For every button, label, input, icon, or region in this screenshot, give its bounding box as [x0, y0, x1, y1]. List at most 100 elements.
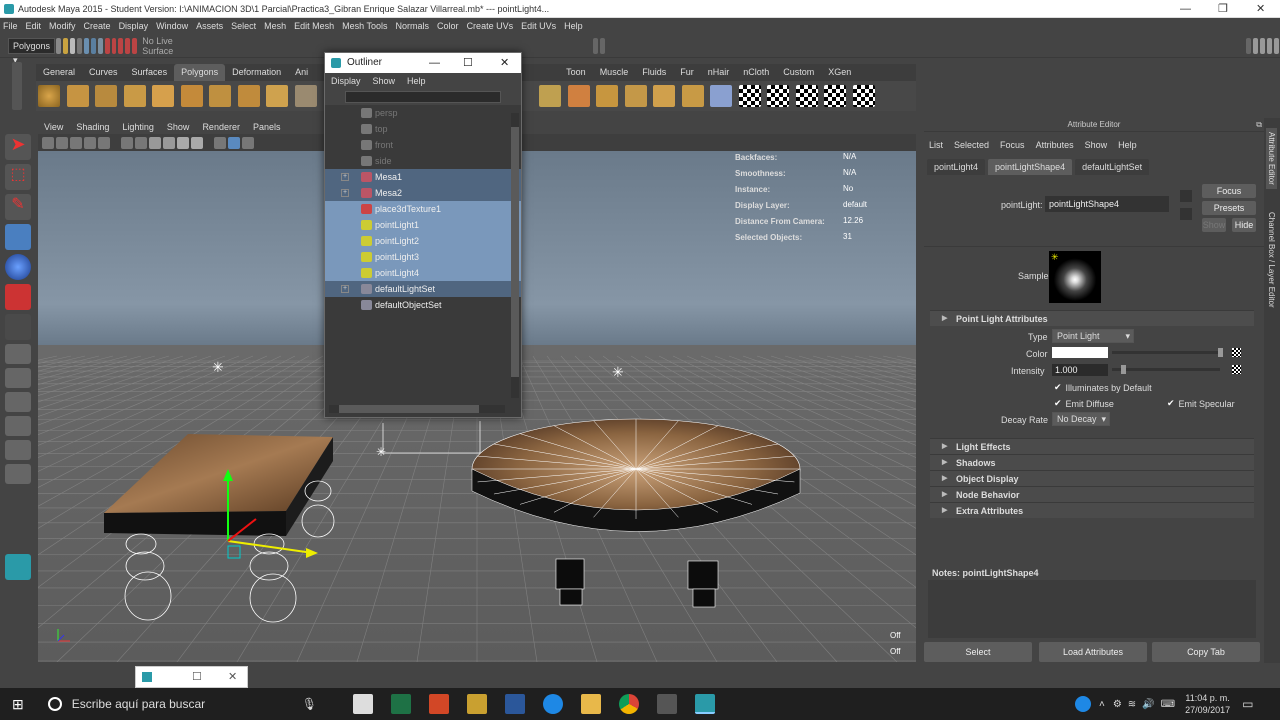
layout-side-icon[interactable] — [5, 392, 31, 412]
shelf-tab-nhair[interactable]: nHair — [701, 64, 737, 81]
restore-icon[interactable]: ☐ — [192, 670, 202, 683]
snap-curve-icon[interactable] — [111, 37, 117, 54]
select-hierarchy-icon[interactable] — [83, 37, 89, 54]
shadows-icon[interactable] — [214, 136, 226, 149]
copy-tab-button[interactable]: Copy Tab — [1152, 642, 1260, 662]
poly-cube-icon[interactable] — [66, 85, 89, 107]
outliner-search-input[interactable] — [345, 91, 501, 103]
outliner-menu-help[interactable]: Help — [407, 76, 426, 86]
help-icon[interactable] — [1074, 696, 1091, 712]
attr-menu-show[interactable]: Show — [1085, 140, 1108, 150]
select-component-icon[interactable] — [97, 37, 103, 54]
notifications-icon[interactable]: ▭ — [1242, 697, 1253, 711]
place3d-texture-box[interactable] — [382, 421, 481, 454]
shelf-tab-polygons[interactable]: Polygons — [174, 64, 226, 81]
toggle-tool-icon[interactable] — [1266, 37, 1272, 54]
layout-outliner-icon[interactable] — [5, 464, 31, 484]
snap-grid-icon[interactable] — [104, 37, 110, 54]
shelf-tab-ncloth[interactable]: nCloth — [736, 64, 776, 81]
mesa1-table[interactable] — [104, 434, 335, 623]
shelf-tab-muscle[interactable]: Muscle — [593, 64, 636, 81]
close-icon[interactable]: ✕ — [1256, 0, 1265, 18]
textured-icon[interactable] — [177, 136, 189, 149]
shelf-tab-general[interactable]: General — [36, 64, 82, 81]
minimize-icon[interactable]: — — [429, 53, 440, 73]
word-icon[interactable] — [504, 694, 525, 714]
attr-menu-focus[interactable]: Focus — [1000, 140, 1025, 150]
menu-display[interactable]: Display — [119, 21, 149, 31]
camera-select-icon[interactable] — [42, 136, 54, 149]
volume-icon[interactable]: 🔊 — [1142, 699, 1154, 710]
last-tool-icon[interactable] — [5, 314, 31, 340]
undo-icon[interactable] — [76, 37, 82, 54]
uv-cut-icon[interactable] — [852, 85, 875, 107]
ipr-render-icon[interactable] — [600, 37, 606, 54]
menu-mesh[interactable]: Mesh — [264, 21, 286, 31]
shelf-tab-ani[interactable]: Ani — [288, 64, 315, 81]
emit-specular-checkbox[interactable]: ✔ Emit Specular — [1167, 398, 1235, 409]
menu-set-dropdown[interactable]: Polygons ▾ — [8, 37, 56, 65]
shelf-tab-toon[interactable]: Toon — [559, 64, 593, 81]
network-icon[interactable]: ⚙ — [1113, 699, 1122, 710]
shelf-toggle-strip[interactable] — [12, 62, 22, 110]
viewport-menu-renderer[interactable]: Renderer — [202, 122, 240, 132]
menu-window[interactable]: Window — [156, 21, 188, 31]
select-tool-icon[interactable]: ➤ — [5, 134, 31, 160]
illuminates-checkbox[interactable]: ✔ Illuminates by Default — [1054, 382, 1152, 393]
toggle-channel-icon[interactable] — [1273, 37, 1279, 54]
poly-prism-icon[interactable] — [209, 85, 232, 107]
intensity-input[interactable]: 1.000 — [1052, 364, 1108, 376]
poly-cylinder-icon[interactable] — [95, 85, 118, 107]
intensity-slider-handle[interactable] — [1121, 365, 1126, 374]
channel-box-side-tab[interactable]: Channel Box / Layer Editor — [1266, 208, 1277, 312]
show-button[interactable]: Show — [1202, 218, 1226, 232]
layout-single-icon[interactable] — [5, 344, 31, 364]
move-tool-icon[interactable] — [5, 224, 31, 250]
emit-diffuse-checkbox[interactable]: ✔ Emit Diffuse — [1054, 398, 1114, 409]
windows-start-icon[interactable]: ⊞ — [12, 696, 24, 713]
select-button[interactable]: Select — [924, 642, 1032, 662]
menu-modify[interactable]: Modify — [49, 21, 76, 31]
maximize-icon[interactable]: ☐ — [463, 53, 473, 73]
split-icon[interactable] — [624, 85, 647, 107]
poly-plane-icon[interactable] — [152, 85, 175, 107]
uv-sew-icon[interactable] — [824, 85, 847, 107]
snap-point-icon[interactable] — [118, 37, 124, 54]
viewport-menu-shading[interactable]: Shading — [76, 122, 109, 132]
uv-checker-icon[interactable] — [738, 85, 761, 107]
poly-sphere-icon[interactable] — [38, 85, 60, 107]
outliner-item-front[interactable]: front — [325, 137, 521, 153]
menu-mesh-tools[interactable]: Mesh Tools — [342, 21, 387, 31]
attr-tab-defaultlightset[interactable]: defaultLightSet — [1075, 159, 1150, 175]
section-object-display[interactable]: Object Display — [930, 470, 1254, 487]
color-slider[interactable] — [1112, 351, 1220, 354]
taskbar-clock[interactable]: 11:04 p. m. 27/09/2017 — [1185, 692, 1230, 716]
hide-button[interactable]: Hide — [1232, 218, 1256, 232]
uv-layout-icon[interactable] — [767, 85, 790, 107]
minimize-icon[interactable]: — — [1180, 0, 1191, 18]
grid-toggle-icon[interactable] — [98, 136, 110, 149]
menu-edit-uvs[interactable]: Edit UVs — [521, 21, 556, 31]
layout-four-icon[interactable] — [5, 368, 31, 388]
section-shadows[interactable]: Shadows — [930, 454, 1254, 471]
lasso-tool-icon[interactable]: ⬚ — [5, 164, 31, 190]
toggle-panel-icon[interactable] — [1253, 37, 1259, 54]
outliner-item-defaultobjectset[interactable]: defaultObjectSet — [325, 297, 521, 313]
bridge-icon[interactable] — [567, 85, 590, 107]
keyboard-icon[interactable]: ⌨ — [1161, 699, 1175, 710]
layout-persp-graph-icon[interactable] — [5, 416, 31, 436]
microphone-icon[interactable]: 🎙 — [302, 697, 317, 711]
float-panel-icon[interactable]: ⧉ — [1256, 118, 1262, 132]
shelf-tab-deformation[interactable]: Deformation — [225, 64, 288, 81]
light-type-dropdown[interactable]: Point Light ▾ — [1052, 329, 1134, 343]
menu-file[interactable]: File — [3, 21, 18, 31]
resolution-gate-icon[interactable] — [135, 136, 147, 149]
menu-create[interactable]: Create — [84, 21, 111, 31]
menu-color[interactable]: Color — [437, 21, 459, 31]
section-extra-attributes[interactable]: Extra Attributes — [930, 502, 1254, 519]
make-live-icon[interactable] — [132, 37, 138, 54]
viewport-menu-panels[interactable]: Panels — [253, 122, 281, 132]
outliner-item-persp[interactable]: persp — [325, 105, 521, 121]
offset-edge-icon[interactable] — [681, 85, 704, 107]
unity-icon[interactable] — [656, 694, 677, 714]
